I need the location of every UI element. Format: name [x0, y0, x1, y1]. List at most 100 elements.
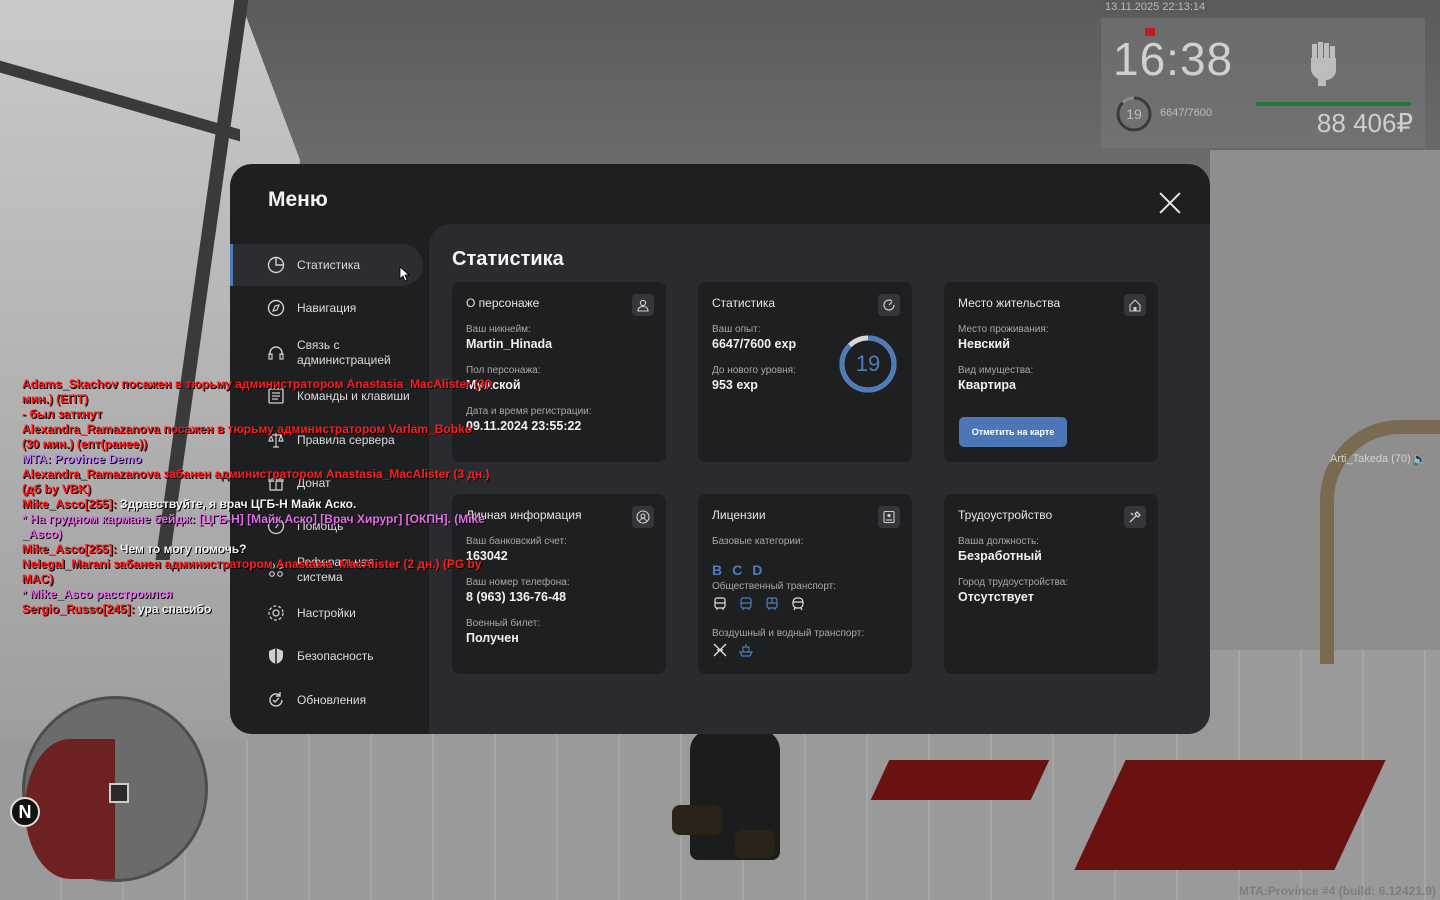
property-label: Вид имущества:	[958, 365, 1034, 376]
chat-log: Adams_Skachov посажен в тюрьму администр…	[22, 377, 492, 617]
red-carpet	[1074, 760, 1386, 870]
speaker-icon: 🔈	[1412, 452, 1427, 466]
page-title: Статистика	[452, 248, 564, 270]
content-panel: Статистика О персонаже Ваш никнейм: Mart…	[429, 224, 1210, 734]
minimap	[22, 696, 208, 882]
sidebar-item-statistics[interactable]: Статистика	[230, 244, 423, 286]
hud-money: 88 406₽	[1316, 108, 1413, 138]
card-stats: Статистика Ваш опыт: 6647/7600 exp До но…	[698, 282, 912, 462]
exp-label: Ваш опыт:	[712, 324, 761, 335]
bus-icon	[714, 597, 726, 610]
tram-icon	[766, 597, 778, 610]
red-carpet	[870, 760, 1050, 800]
chat-line: MTA: Province Demo	[22, 452, 142, 466]
nick-label: Ваш никнейм:	[466, 324, 531, 335]
chat-line: Mike_Asco[255]: Здравствуйте, я врач ЦГБ…	[22, 497, 492, 512]
hud-datetime: 13.11.2025 22:13:14	[1101, 0, 1210, 14]
chat-sender: Mike_Asco[255]:	[22, 542, 117, 556]
place-value: Невский	[958, 337, 1010, 351]
chat-sender: Sergio_Russo[245]:	[22, 602, 135, 616]
hud-exp: 6647/7600	[1160, 107, 1212, 119]
mark-on-map-button[interactable]: Отметить на карте	[959, 417, 1067, 447]
card-title: О персонаже	[466, 296, 540, 310]
military-value: Получен	[466, 631, 519, 645]
metro-icon	[792, 597, 804, 611]
card-licenses: Лицензии Базовые категории: B C D Общест…	[698, 494, 912, 674]
card-employment: Трудоустройство Ваша должность: Безработ…	[944, 494, 1158, 674]
base-categories: B C D	[712, 562, 762, 578]
position-label: Ваша должность:	[958, 536, 1039, 547]
north-icon: N	[10, 797, 40, 827]
menu-title: Меню	[268, 188, 328, 211]
sidebar-item-contact-admin[interactable]: Связь с администрацией	[230, 331, 420, 375]
chat-line: Alexandra_Ramazanova посажен в тюрьму ад…	[22, 422, 476, 451]
compass-icon	[267, 299, 285, 317]
build-info: MTA:Province #4 (build: 6.12421.9)	[1238, 884, 1436, 898]
chat-line: * На грудном кармане бейдж: [ЦГБ-Н] [Май…	[22, 512, 489, 541]
hud-panel: 16:38 19 6647/7600 88 406₽	[1101, 18, 1425, 148]
sidebar-item-label: Навигация	[297, 300, 357, 315]
hud-level: 19	[1126, 106, 1142, 122]
sidebar-item-security[interactable]: Безопасность	[230, 635, 420, 677]
chat-line: Nelegal_Marani забанен администратором A…	[22, 557, 485, 586]
player-boot	[672, 805, 722, 835]
base-categories-label: Базовые категории:	[712, 536, 804, 547]
card-title: Лицензии	[712, 508, 766, 522]
category-b: B	[712, 562, 723, 578]
place-label: Место проживания:	[958, 324, 1049, 335]
exp-value: 6647/7600 exp	[712, 337, 797, 351]
category-c: C	[732, 562, 743, 578]
job-city-label: Город трудоустройства:	[958, 577, 1069, 588]
headset-icon	[268, 346, 284, 360]
category-d: D	[752, 562, 763, 578]
job-city-value: Отсутствует	[958, 590, 1034, 604]
hud-time: 16:38	[1113, 33, 1234, 85]
user-icon	[632, 294, 654, 316]
chat-message: Здравствуйте, я врач ЦГБ-Н Майк Аско.	[116, 497, 357, 511]
air-water-label: Воздушный и водный транспорт:	[712, 628, 865, 639]
profile-icon	[632, 506, 654, 528]
air-water-icons	[712, 642, 754, 658]
card-title: Место жительства	[958, 296, 1061, 310]
id-card-icon	[878, 506, 900, 528]
mouse-cursor-icon	[399, 266, 411, 282]
military-label: Военный билет:	[466, 618, 541, 629]
player-boot	[735, 830, 775, 858]
chat-line: Sergio_Russo[245]: ура спасибо	[22, 602, 492, 617]
card-title: Статистика	[712, 296, 776, 310]
fist-icon	[1311, 42, 1336, 86]
sidebar-item-label: Статистика	[297, 257, 361, 272]
next-level-label: До нового уровня:	[712, 365, 796, 376]
chat-line: Mike_Asco[255]: Чем то могу помочь?	[22, 542, 492, 557]
next-level-value: 953 exp	[712, 378, 758, 392]
public-transport-label: Общественный транспорт:	[712, 581, 837, 592]
property-value: Квартира	[958, 378, 1016, 392]
refresh-icon	[269, 692, 283, 707]
minimap-player-icon	[109, 783, 129, 803]
health-bar	[1256, 102, 1411, 106]
public-transport-icons	[712, 596, 806, 612]
gender-label: Пол персонажа:	[466, 365, 541, 376]
sidebar-item-updates[interactable]: Обновления	[230, 679, 420, 721]
sidebar-item-label: Связь с администрацией	[297, 338, 391, 367]
trolleybus-icon	[740, 597, 752, 610]
chat-line: - был заткнут	[22, 407, 103, 421]
card-title: Трудоустройство	[958, 508, 1053, 522]
chat-line: Adams_Skachov посажен в тюрьму администр…	[22, 377, 492, 406]
sidebar-item-label: Обновления	[297, 692, 367, 707]
chat-sender: Mike_Asco[255]:	[22, 497, 117, 511]
player-nametag: Arti_Takeda (70)	[1330, 453, 1411, 465]
close-icon[interactable]	[1157, 190, 1183, 216]
sidebar-item-label: Безопасность	[297, 648, 374, 663]
position-value: Безработный	[958, 549, 1042, 563]
sidebar-item-navigation[interactable]: Навигация	[230, 287, 420, 329]
chat-line: * Mike_Asco расстроился	[22, 587, 173, 601]
pie-chart-icon	[267, 256, 285, 274]
chat-line: Alexandra_Ramazanova забанен администрат…	[22, 467, 493, 496]
plane-icon	[713, 643, 727, 657]
shield-icon	[269, 648, 283, 664]
level-value: 19	[855, 351, 881, 376]
chat-message: ура спасибо	[134, 602, 212, 616]
chat-message: Чем то могу помочь?	[116, 542, 247, 556]
card-residence: Место жительства Место проживания: Невск…	[944, 282, 1158, 462]
